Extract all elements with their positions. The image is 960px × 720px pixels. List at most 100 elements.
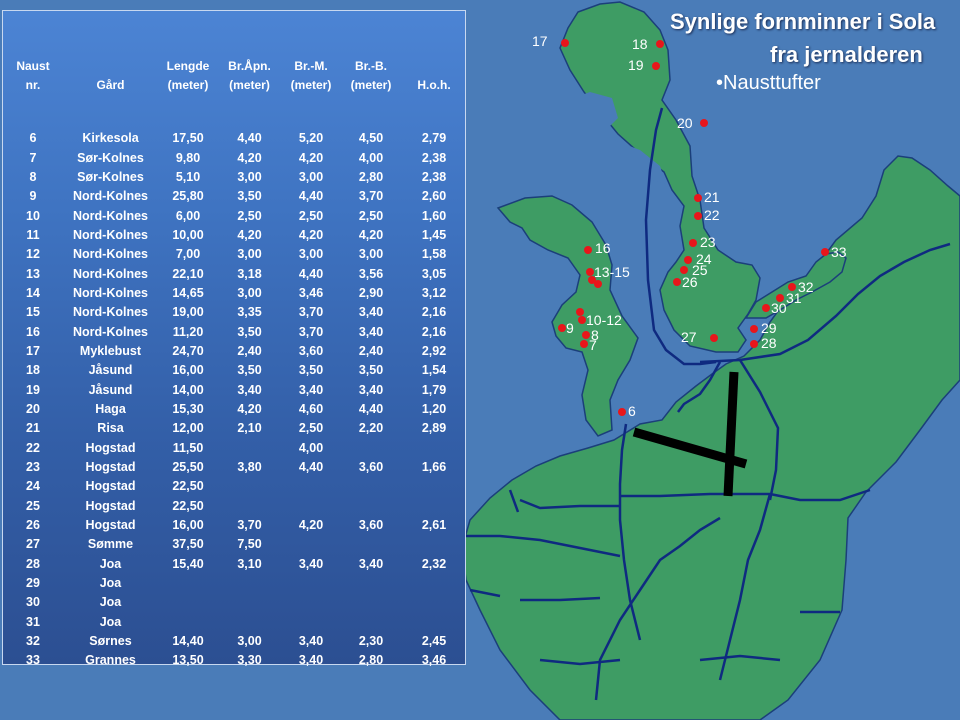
table-cell: 3,00 — [298, 169, 324, 184]
table-cell: 4,50 — [358, 131, 384, 146]
table-cell: 2,16 — [421, 324, 447, 339]
table-cell: Hogstad — [85, 498, 136, 513]
marker-28[interactable] — [750, 340, 758, 348]
table-cell: 8 — [29, 169, 37, 184]
label-19: 19 — [628, 57, 644, 73]
marker-24[interactable] — [684, 256, 692, 264]
table-row: 18 Jåsund 16,00 3,50 3,50 3,50 1,54 — [3, 361, 467, 380]
table-cell: Myklebust — [79, 343, 142, 358]
marker-23[interactable] — [689, 239, 697, 247]
table-cell: 7,00 — [175, 247, 201, 262]
table-cell: Nord-Kolnes — [73, 208, 148, 223]
table-cell: 2,40 — [237, 343, 262, 358]
marker-26[interactable] — [673, 278, 681, 286]
table-cell: 3,70 — [237, 518, 262, 533]
table-cell: 15,40 — [172, 556, 204, 571]
table-row: 24 Hogstad 22,50 — [3, 477, 467, 496]
marker-7[interactable] — [580, 340, 588, 348]
table-cell: Nord-Kolnes — [73, 305, 148, 320]
table-cell: 2,79 — [421, 131, 447, 146]
table-row: 29 Joa — [3, 574, 467, 593]
table-cell: 4,20 — [237, 401, 262, 416]
table-cell: 12 — [26, 247, 40, 262]
column-header: Gård — [63, 57, 158, 95]
table-cell: 12,00 — [172, 421, 204, 436]
table-row: 15 Nord-Kolnes 19,00 3,35 3,70 3,40 2,16 — [3, 303, 467, 322]
table-cell — [401, 613, 467, 632]
table-cell: 2,50 — [358, 208, 384, 223]
table-cell — [341, 497, 401, 516]
marker-21[interactable] — [694, 194, 702, 202]
table-cell — [401, 439, 467, 458]
table-cell: 11,50 — [172, 440, 204, 455]
table-cell: 26 — [26, 518, 40, 533]
table-cell: 18 — [26, 363, 40, 378]
marker-25[interactable] — [680, 266, 688, 274]
table-row: 14 Nord-Kolnes 14,65 3,00 3,46 2,90 3,12 — [3, 284, 467, 303]
marker-9[interactable] — [558, 324, 566, 332]
table-cell: 3,40 — [298, 556, 324, 571]
table-cell — [218, 477, 281, 496]
table-cell: 4,00 — [358, 150, 384, 165]
table-cell: 3,40 — [358, 382, 384, 397]
marker-27[interactable] — [710, 334, 718, 342]
table-cell: 2,50 — [298, 421, 324, 436]
table-row: 12 Nord-Kolnes 7,00 3,00 3,00 3,00 1,58 — [3, 245, 467, 264]
table-cell: 4,20 — [298, 227, 324, 242]
table-cell: 25,50 — [172, 460, 204, 475]
table-cell — [341, 593, 401, 612]
table-cell: 3,56 — [358, 266, 384, 281]
table-cell: Joa — [99, 576, 122, 591]
table-cell: 14 — [26, 285, 40, 300]
table-cell: 14,00 — [172, 382, 204, 397]
marker-22[interactable] — [694, 212, 702, 220]
marker-10-12[interactable] — [576, 308, 584, 316]
table-cell: 30 — [26, 595, 40, 610]
column-header-line: nr. — [25, 78, 41, 92]
marker-16[interactable] — [584, 246, 592, 254]
table-cell: 3,40 — [237, 382, 262, 397]
table-cell: 4,40 — [298, 460, 324, 475]
subtitle-bullet: •Nausttufter — [716, 72, 821, 94]
marker-33[interactable] — [821, 248, 829, 256]
table-cell: 3,00 — [237, 285, 262, 300]
table-cell: 19,00 — [172, 305, 204, 320]
table-cell: 22,50 — [172, 479, 204, 494]
table-row: 23 Hogstad 25,50 3,80 4,40 3,60 1,66 — [3, 458, 467, 477]
table-cell: Nord-Kolnes — [73, 324, 148, 339]
label-33: 33 — [831, 244, 847, 260]
table-row: 25 Hogstad 22,50 — [3, 497, 467, 516]
table-cell: Joa — [99, 595, 122, 610]
marker-17[interactable] — [561, 39, 569, 47]
table-cell: 2,50 — [237, 208, 262, 223]
table-cell: 3,05 — [421, 266, 447, 281]
table-cell — [218, 613, 281, 632]
marker-18[interactable] — [656, 40, 664, 48]
marker-19[interactable] — [652, 62, 660, 70]
marker-29[interactable] — [750, 325, 758, 333]
table-cell: Jåsund — [88, 382, 133, 397]
label-17: 17 — [532, 33, 548, 49]
marker-6[interactable] — [618, 408, 626, 416]
table-cell: 3,10 — [237, 556, 262, 571]
table-cell — [218, 439, 281, 458]
table-cell: 3,70 — [298, 305, 324, 320]
table-cell: 24,70 — [172, 343, 204, 358]
marker-30[interactable] — [762, 304, 770, 312]
label-30: 30 — [771, 300, 787, 316]
table-cell: 1,54 — [421, 363, 447, 378]
column-header-line: (meter) — [167, 78, 209, 92]
marker-13-15[interactable] — [586, 268, 594, 276]
table-cell: 17 — [26, 343, 40, 358]
marker-13-15c[interactable] — [594, 280, 602, 288]
marker-20[interactable] — [700, 119, 708, 127]
marker-10-12b[interactable] — [578, 316, 586, 324]
table-cell: 4,20 — [237, 150, 262, 165]
table-cell — [281, 593, 341, 612]
table-cell: Sømme — [87, 537, 134, 552]
label-26: 26 — [682, 274, 698, 290]
table-cell: 3,18 — [237, 266, 262, 281]
table-cell: Sør-Kolnes — [77, 150, 144, 165]
table-cell: 3,00 — [298, 247, 324, 262]
table-cell — [218, 497, 281, 516]
